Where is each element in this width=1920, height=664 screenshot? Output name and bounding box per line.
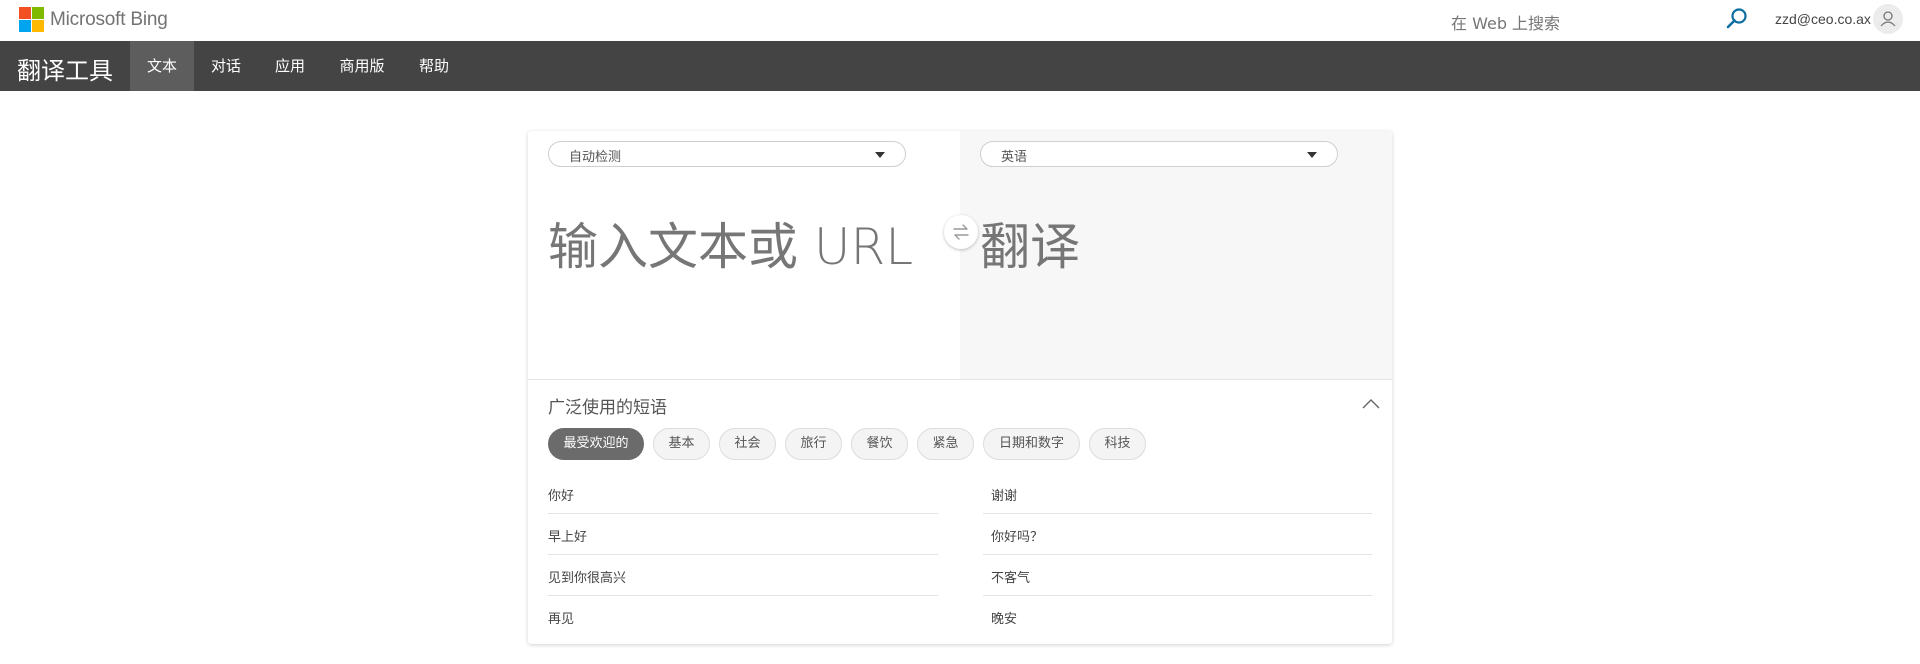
phrase-item[interactable]: 早上好: [548, 526, 587, 545]
search-icon[interactable]: [1724, 6, 1750, 32]
target-language-select[interactable]: 英语: [980, 141, 1338, 167]
phrase-tab-dates-numbers[interactable]: 日期和数字: [983, 428, 1080, 460]
microsoft-logo-icon: [19, 7, 44, 32]
phrases-title: 广泛使用的短语: [548, 398, 667, 418]
phrase-tab-popular[interactable]: 最受欢迎的: [548, 428, 644, 460]
chevron-up-icon[interactable]: [1362, 397, 1380, 409]
user-icon: [1880, 11, 1896, 27]
phrase-divider: [983, 554, 1372, 555]
source-input[interactable]: 输入文本或 URL: [548, 207, 913, 279]
target-pane: 英语 翻译: [960, 131, 1392, 379]
tab-help[interactable]: 帮助: [402, 41, 466, 91]
web-search-input[interactable]: 在 Web 上搜索: [1451, 10, 1560, 34]
tab-business[interactable]: 商用版: [322, 41, 402, 91]
phrase-tab-basic[interactable]: 基本: [653, 428, 710, 460]
phrase-tab-dining[interactable]: 餐饮: [851, 428, 908, 460]
phrase-tab-emergency[interactable]: 紧急: [917, 428, 974, 460]
logo-text: Microsoft Bing: [50, 8, 168, 30]
section-divider: [528, 379, 1392, 380]
tab-apps[interactable]: 应用: [258, 41, 322, 91]
phrase-item[interactable]: 再见: [548, 608, 574, 627]
translator-card: 英语 翻译 自动检测 输入文本或 URL 广泛使用的短语 最受欢迎的 基本 社会…: [528, 131, 1392, 644]
bing-logo[interactable]: Microsoft Bing: [19, 7, 168, 32]
swap-languages-button[interactable]: [944, 215, 978, 249]
phrase-divider: [983, 595, 1372, 596]
phrase-divider: [548, 513, 938, 514]
translator-nav: 翻译工具 文本 对话 应用 商用版 帮助: [0, 41, 1920, 91]
bing-header: Microsoft Bing 在 Web 上搜索 zzd@ceo.co.ax: [0, 0, 1920, 41]
avatar[interactable]: [1873, 4, 1903, 34]
phrase-item[interactable]: 晚安: [991, 608, 1017, 627]
source-language-select[interactable]: 自动检测: [548, 141, 906, 167]
phrase-tab-social[interactable]: 社会: [719, 428, 776, 460]
phrase-item[interactable]: 谢谢: [991, 485, 1017, 504]
phrase-divider: [983, 513, 1372, 514]
phrase-divider: [548, 554, 938, 555]
phrase-item[interactable]: 见到你很高兴: [548, 567, 626, 586]
source-language-label: 自动检测: [569, 150, 622, 165]
chevron-down-icon: [1307, 152, 1317, 158]
chevron-down-icon: [875, 152, 885, 158]
phrase-tab-tech[interactable]: 科技: [1089, 428, 1146, 460]
phrase-divider: [548, 595, 938, 596]
phrase-item[interactable]: 不客气: [991, 567, 1030, 586]
translator-brand[interactable]: 翻译工具: [17, 51, 113, 86]
target-language-label: 英语: [1001, 150, 1028, 165]
phrase-tab-travel[interactable]: 旅行: [785, 428, 842, 460]
phrase-item[interactable]: 你好吗？: [991, 526, 1043, 545]
target-output: 翻译: [980, 218, 1080, 276]
swap-icon: [953, 224, 969, 240]
tab-text[interactable]: 文本: [130, 41, 194, 91]
phrase-item[interactable]: 你好: [548, 485, 574, 504]
tab-conversation[interactable]: 对话: [194, 41, 258, 91]
user-email[interactable]: zzd@ceo.co.ax: [1775, 11, 1871, 27]
